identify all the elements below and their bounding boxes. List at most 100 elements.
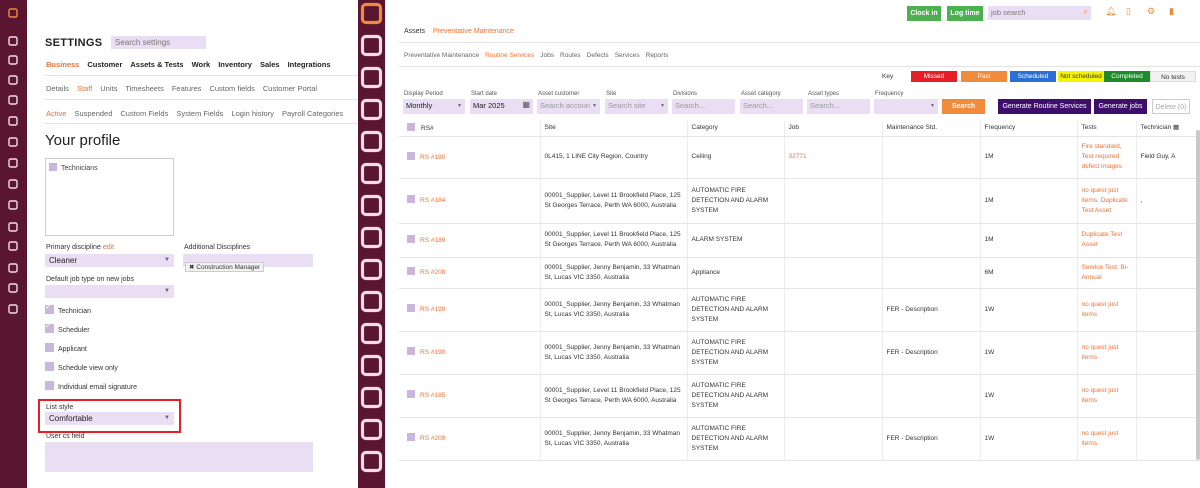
nav-tab-sales[interactable]: Sales [260,60,280,69]
checkbox-row[interactable]: Individual email signature [45,381,137,391]
tests-cell[interactable]: no quest just items, Duplicate Test Asse… [1082,187,1128,214]
chart-icon[interactable] [6,135,20,149]
pm-tab-preventative-maintenance[interactable]: Preventative Maintenance [404,52,479,59]
log-out-icon[interactable] [6,6,20,20]
rs-link[interactable]: RS #184 [420,197,445,204]
clipboard-icon[interactable] [358,256,385,288]
rs-link[interactable]: RS #209 [420,435,445,442]
nav-tab-business[interactable]: Business [46,60,79,69]
display-period-select[interactable]: Monthly ▼ [403,99,465,114]
map-pin-icon[interactable] [358,160,385,192]
clock-in-button[interactable]: Clock in [907,6,941,21]
nav-subtab-features[interactable]: Features [172,84,202,93]
column-header-category[interactable]: Category [686,121,784,137]
nav-tab-assets-tests[interactable]: Assets & Tests [130,60,183,69]
box-icon[interactable] [6,198,20,212]
generate-routine-services-button[interactable]: Generate Routine Services [998,99,1091,114]
site-select[interactable]: Search site ▼ [605,99,668,114]
row-checkbox[interactable] [407,433,415,441]
additional-disciplines-input[interactable]: ✖ Construction Manager [183,254,313,272]
nav-tab-work[interactable]: Work [192,60,211,69]
calendar-icon[interactable]: ▦ [522,100,530,109]
rs-link[interactable]: RS #208 [420,269,445,276]
table-row[interactable]: RS #208 00001_Supplier, Jenny Benjamin, 3… [399,257,1200,289]
search-icon[interactable]: ⌕ [1084,7,1088,17]
checkbox[interactable] [45,321,54,333]
book-icon[interactable] [358,448,385,480]
nav-tab-integrations[interactable]: Integrations [288,60,331,69]
nav-tab-inventory[interactable]: Inventory [218,60,252,69]
staff-tab-payroll-categories[interactable]: Payroll Categories [282,109,343,118]
row-checkbox[interactable] [407,151,415,160]
nav-subtab-details[interactable]: Details [46,84,69,93]
user-cs-field-input[interactable] [45,442,313,472]
row-checkbox[interactable] [407,234,415,243]
table-row[interactable]: RS #190 00001_Supplier, Jenny Benjamin, 3… [399,331,1200,375]
phone-icon[interactable] [6,34,20,48]
laptop-icon[interactable] [6,281,20,295]
share-icon[interactable] [358,128,385,160]
staff-tab-login-history[interactable]: Login history [231,109,274,118]
phone-icon[interactable] [358,32,385,64]
column-header-frequency[interactable]: Frequency [979,121,1077,137]
tests-cell[interactable]: no quest just items [1082,301,1119,318]
tests-cell[interactable]: Duplicate Test Asset [1082,231,1123,248]
share-icon[interactable] [6,93,20,107]
row-checkbox[interactable] [407,267,415,275]
column-header-maintenance-std-[interactable]: Maintenance Std. [881,121,980,137]
generate-jobs-button[interactable]: Generate jobs [1094,99,1147,114]
gear-icon[interactable]: ⚙ [1147,6,1155,17]
primary-discipline-select[interactable]: Cleaner ▼ [45,254,174,267]
clipboard-icon[interactable] [6,177,20,191]
rs-link[interactable]: RS #199 [420,306,445,313]
discipline-tag[interactable]: ✖ Construction Manager [185,262,265,272]
building-icon[interactable] [6,239,20,253]
mobile-icon[interactable]: ▯ [1126,6,1131,17]
tag-icon[interactable] [6,220,20,234]
asset-customer-select[interactable]: Search accoun ▼ [537,99,600,114]
tests-cell[interactable]: no quest just items [1082,430,1119,447]
checkbox-row[interactable]: Scheduler [45,321,90,334]
checkbox[interactable] [45,343,54,352]
nav-subtab-customer-portal[interactable]: Customer Portal [263,84,317,93]
tests-cell[interactable]: Fire standard, Test required defect imag… [1082,143,1122,170]
clock-icon[interactable] [6,156,20,170]
pm-tab-routes[interactable]: Routes [560,52,581,59]
select-all-checkbox[interactable] [407,122,415,131]
job-search-input[interactable]: job search ⌕ [988,6,1091,20]
rs-link[interactable]: RS #185 [420,392,445,399]
row-checkbox[interactable] [407,304,415,312]
log-time-button[interactable]: Log time [947,6,983,21]
column-header-rs-[interactable]: RS# [399,121,540,137]
row-checkbox[interactable] [407,195,415,203]
search-button[interactable]: Search [942,99,985,114]
tag-icon[interactable] [358,320,385,352]
tab-preventative-maintenance[interactable]: Preventative Maintenance [433,28,514,35]
checkbox-row[interactable]: Schedule view only [45,362,118,372]
rs-link[interactable]: RS #189 [420,237,445,244]
tests-cell[interactable]: Service Test: Bi-Annual [1082,264,1129,281]
person-icon[interactable] [6,73,20,87]
roles-list-item[interactable]: Technicians [61,165,98,172]
table-row[interactable]: RS #184 00001_Supplier, Level 11 Brookfie… [399,178,1200,224]
nav-tab-customer[interactable]: Customer [87,60,122,69]
column-header-job[interactable]: Job [783,121,882,137]
staff-tab-suspended[interactable]: Suspended [74,109,112,118]
rs-link[interactable]: RS #190 [420,349,445,356]
tab-assets[interactable]: Assets [404,28,425,35]
column-header-technician[interactable]: Technician ▦ [1135,121,1200,137]
nav-subtab-units[interactable]: Units [100,84,117,93]
roles-listbox[interactable]: Technicians [45,158,174,236]
shield-icon[interactable] [358,384,385,416]
checkbox[interactable] [45,302,54,314]
row-checkbox[interactable] [407,390,415,398]
tests-cell[interactable]: no quest just items [1082,387,1119,404]
person-icon[interactable] [358,96,385,128]
columns-grid-icon[interactable]: ▦ [1171,124,1179,131]
pm-tab-reports[interactable]: Reports [646,52,669,59]
row-checkbox[interactable] [407,347,415,355]
nav-subtab-staff[interactable]: Staff [77,84,92,93]
map-pin-icon[interactable] [6,114,20,128]
checkbox-row[interactable]: Applicant [45,343,87,353]
log-out-icon[interactable] [358,0,385,32]
